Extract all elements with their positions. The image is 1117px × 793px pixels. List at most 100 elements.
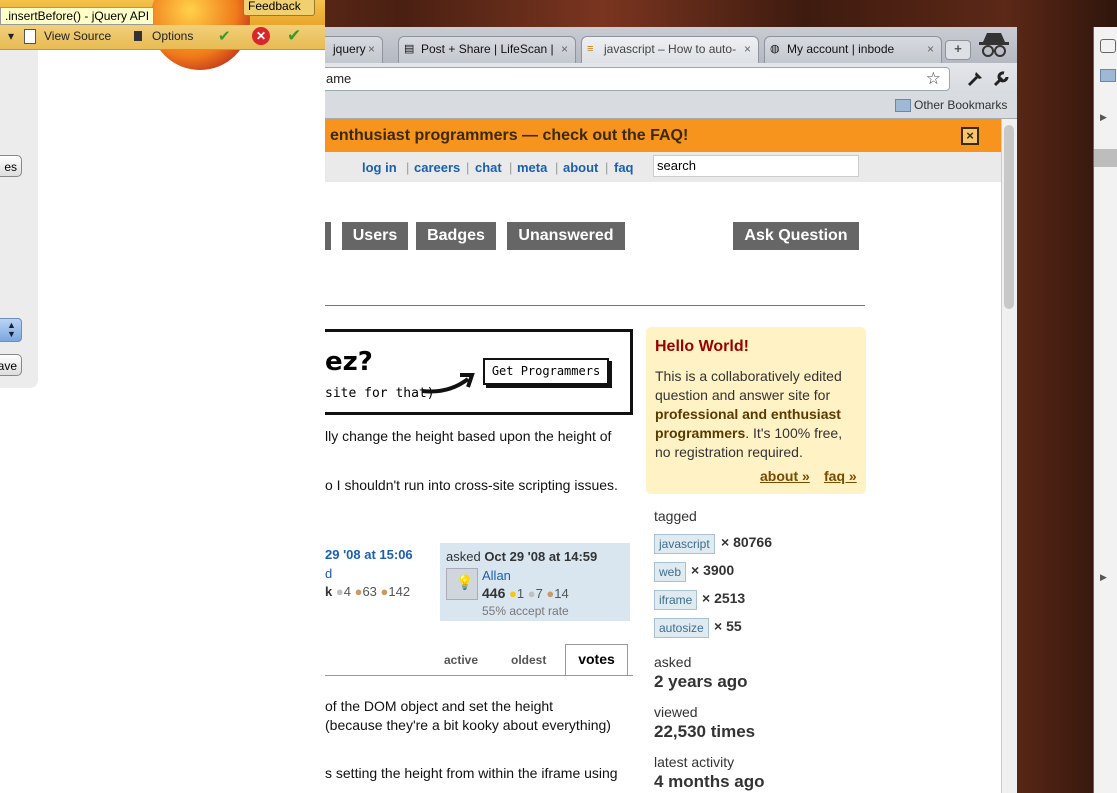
wrench-icon[interactable]	[992, 70, 1010, 88]
tag-javascript[interactable]: javascript	[654, 534, 715, 554]
lightbulb-icon: 💡	[456, 574, 474, 590]
tagged-label: tagged	[654, 508, 697, 524]
scrollbar-thumb[interactable]	[1004, 125, 1014, 309]
hello-world-box: Hello World! This is a collaboratively e…	[646, 327, 866, 494]
edited-date: 29 '08 at 15:06	[325, 547, 413, 562]
tab-active[interactable]: active	[444, 653, 478, 667]
close-notification-button[interactable]: ×	[961, 127, 979, 145]
tab-oldest[interactable]: oldest	[511, 653, 546, 667]
asked-date: Oct 29 '08 at 14:59	[484, 549, 598, 564]
folder-icon	[1100, 69, 1116, 82]
login-link[interactable]: log in	[362, 160, 397, 175]
separator: |	[509, 160, 513, 175]
about-link[interactable]: about	[563, 160, 598, 175]
meta-link[interactable]: meta	[517, 160, 547, 175]
faq-link[interactable]: faq	[614, 160, 634, 175]
tab-javascript[interactable]: ≡ javascript – How to auto- ×	[581, 36, 759, 63]
other-bookmarks-button[interactable]: Other Bookmarks	[914, 98, 1007, 112]
editor-rep: k ●4 ●63 ●142	[325, 584, 410, 599]
tab-underline	[325, 675, 633, 676]
silver-count: 7	[535, 586, 543, 601]
selected-row[interactable]	[1094, 149, 1117, 167]
editor-name[interactable]: d	[325, 566, 332, 581]
address-bar[interactable]: ame ☆	[325, 67, 950, 91]
check-icon[interactable]: ✔	[218, 27, 231, 45]
rep-value: k	[325, 584, 333, 599]
stepper-control[interactable]: ▲ ▼	[0, 318, 22, 342]
owner-rep: 446 ●1 ●7 ●14	[482, 585, 569, 601]
sidebox-title: Hello World!	[655, 338, 749, 355]
error-icon[interactable]: ✕	[252, 27, 270, 45]
tab-votes[interactable]: votes	[565, 644, 628, 676]
disclosure-icon[interactable]: ▶	[1100, 112, 1107, 123]
avatar[interactable]: 💡	[446, 568, 478, 600]
tag-iframe[interactable]: iframe	[654, 590, 698, 610]
ad-headline: ez?	[325, 347, 373, 377]
owner-name[interactable]: Allan	[482, 568, 511, 583]
tag-autosize[interactable]: autosize	[654, 618, 709, 638]
stepper-down-icon: ▼	[7, 329, 16, 339]
tab-jquery[interactable]: jquery ×	[325, 36, 383, 63]
chrome-window: jquery × ▤ Post + Share | LifeScan | × ≡…	[325, 27, 1017, 793]
tab-title: Post + Share | LifeScan |	[421, 42, 554, 56]
top-links-bar: log in | careers | chat | meta | about |…	[325, 152, 1001, 182]
sidebox-body: This is a collaboratively edited questio…	[655, 367, 860, 462]
asked-label: asked	[654, 654, 692, 670]
options-button[interactable]: Options	[152, 29, 193, 43]
silver-badge-icon: ●	[335, 584, 344, 599]
check-icon[interactable]: ✔	[287, 26, 301, 46]
question-text: lly change the height based upon the hei…	[325, 428, 612, 444]
silver-badge-icon: ●	[527, 586, 536, 601]
bronze-count: 142	[388, 584, 411, 599]
chat-link[interactable]: chat	[475, 160, 502, 175]
activity-label: latest activity	[654, 754, 735, 770]
tab-my-account[interactable]: ◍ My account | inbode ×	[764, 36, 942, 63]
view-source-button[interactable]: View Source	[44, 29, 111, 43]
background-window: ▶ ▶	[1093, 27, 1117, 793]
firefox-window: Feedback .insertBefore() - jQuery API ▾ …	[0, 0, 325, 793]
document-icon: ▤	[404, 43, 415, 55]
viewed-label: viewed	[654, 704, 698, 720]
close-icon[interactable]: ×	[561, 37, 568, 62]
feedback-button[interactable]: Feedback	[243, 0, 315, 16]
nav-button-partial[interactable]	[325, 222, 331, 250]
close-icon[interactable]: ×	[927, 37, 934, 62]
bronze-count: 63	[362, 584, 377, 599]
unanswered-button[interactable]: Unanswered	[507, 222, 625, 250]
close-icon[interactable]: ×	[368, 37, 375, 62]
save-button[interactable]: ave	[0, 354, 22, 376]
options-icon	[134, 31, 142, 41]
stackoverflow-icon: ≡	[587, 43, 594, 55]
viewed-value: 22,530 times	[654, 722, 756, 741]
gold-badge-icon: ●	[508, 586, 517, 601]
badges-button[interactable]: Badges	[416, 222, 496, 250]
page-icon[interactable]	[966, 70, 984, 88]
tag-web[interactable]: web	[654, 562, 687, 582]
star-icon[interactable]: ☆	[926, 68, 941, 90]
activity-value: 4 months ago	[654, 772, 765, 791]
tab-lifescan[interactable]: ▤ Post + Share | LifeScan | ×	[398, 36, 576, 63]
tab-title: My account | inbode	[787, 42, 895, 56]
owner-card: asked Oct 29 '08 at 14:59 💡 Allan 446 ●1…	[440, 543, 630, 621]
users-button[interactable]: Users	[342, 222, 408, 250]
gold-count: 1	[516, 586, 525, 601]
separator: |	[605, 160, 609, 175]
ask-question-button[interactable]: Ask Question	[733, 222, 859, 250]
get-programmers-button[interactable]: Get Programmers	[483, 358, 609, 385]
document-icon	[24, 29, 36, 44]
careers-link[interactable]: careers	[414, 160, 460, 175]
search-input[interactable]: search	[653, 155, 859, 177]
panel-button[interactable]: es	[0, 155, 22, 177]
faq-link[interactable]: faq »	[824, 468, 857, 484]
tab-title: javascript – How to auto-	[604, 42, 737, 56]
disclosure-icon[interactable]: ▶	[1100, 572, 1107, 583]
about-link[interactable]: about »	[760, 468, 810, 484]
answer-text: s setting the height from within the ifr…	[325, 765, 618, 781]
firebug-toolbar: ▾ View Source Options ✔ ✕ ✔	[0, 25, 325, 50]
tab-title: jquery	[333, 42, 366, 56]
close-icon[interactable]: ×	[744, 37, 751, 62]
new-tab-button[interactable]: +	[945, 40, 971, 60]
window-button-icon[interactable]	[1100, 39, 1116, 53]
dropdown-arrow-icon[interactable]: ▾	[8, 29, 14, 43]
faq-link[interactable]: FAQ	[650, 127, 683, 144]
